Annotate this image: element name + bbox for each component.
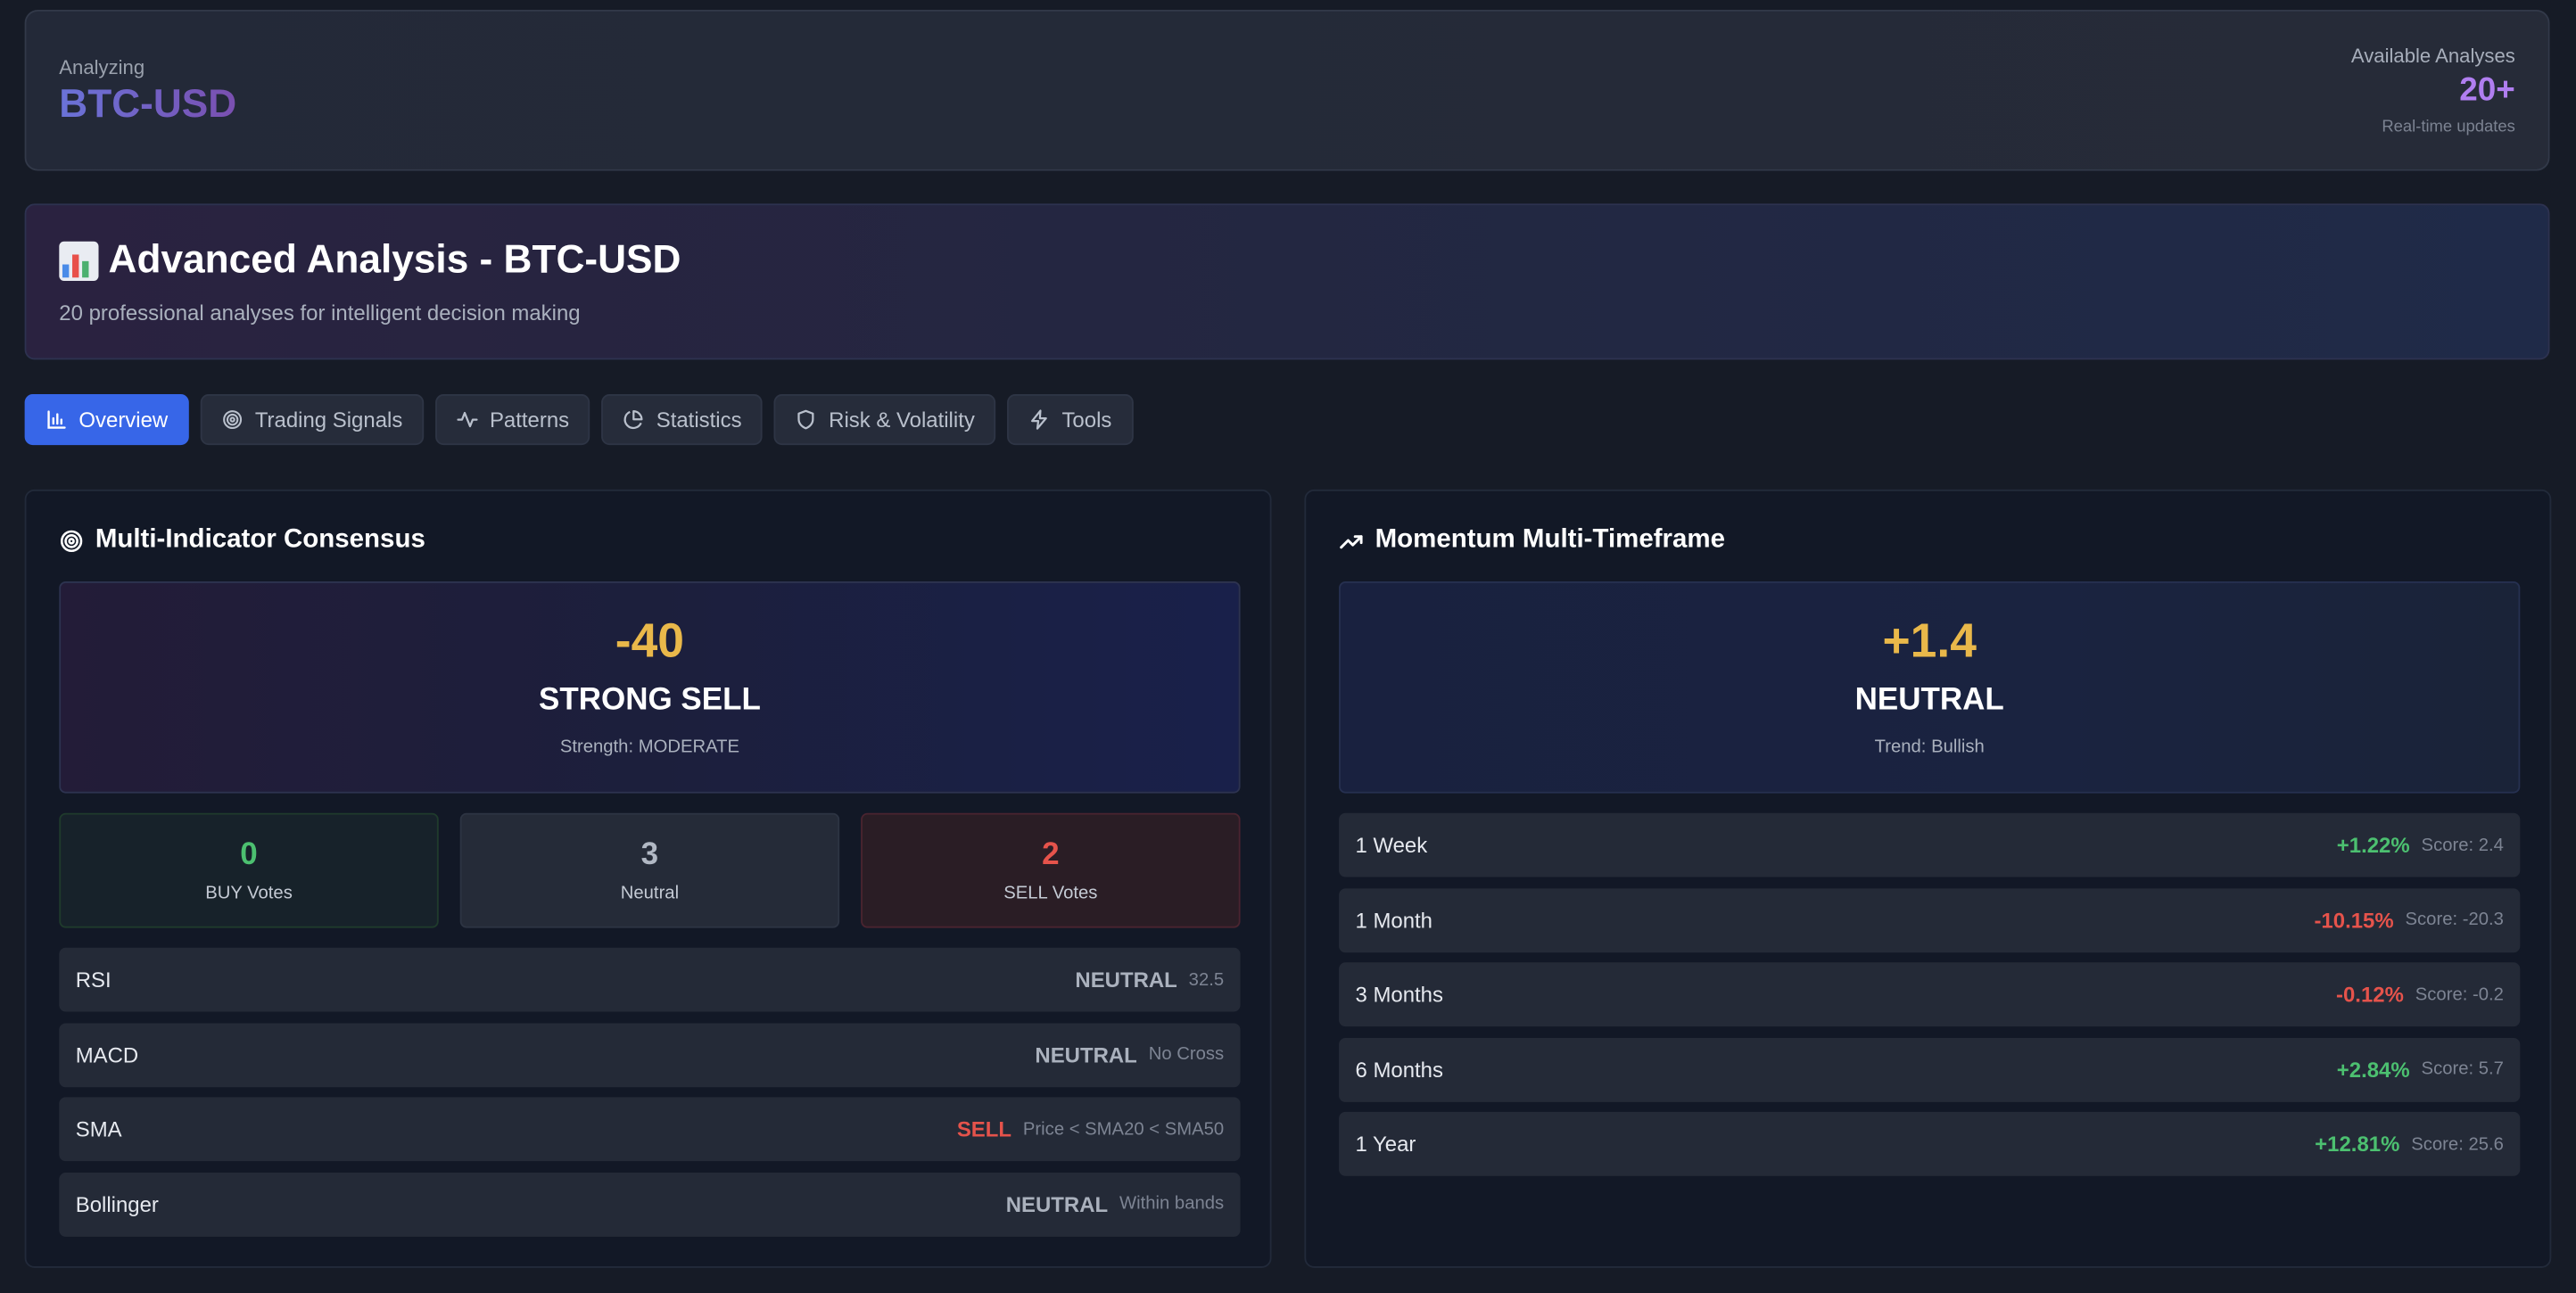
activity-icon	[457, 411, 478, 428]
analysis-banner: Advanced Analysis - BTC-USD 20 professio…	[24, 203, 2550, 360]
timeframe-row-1-week: 1 Week +1.22% Score: 2.4	[1339, 812, 2521, 877]
timeframe-change: +1.22%	[2336, 832, 2410, 858]
trending-up-icon	[1340, 534, 1363, 548]
panel-title-row: Momentum Multi-Timeframe	[1339, 525, 1725, 555]
tab-patterns[interactable]: Patterns	[435, 394, 591, 446]
neutral-votes-card: 3 Neutral	[459, 812, 840, 928]
target-icon	[60, 529, 83, 552]
page-title-row: Advanced Analysis - BTC-USD	[59, 238, 681, 284]
timeframe-period: 1 Year	[1355, 1132, 1416, 1157]
bar-chart-icon	[47, 410, 66, 429]
buy-votes-card: 0 BUY Votes	[59, 812, 439, 928]
tab-label: Patterns	[489, 407, 570, 432]
indicator-name: Bollinger	[75, 1191, 159, 1217]
timeframe-period: 1 Month	[1355, 907, 1433, 933]
realtime-updates-label: Real-time updates	[2382, 118, 2515, 136]
timeframe-score: Score: 2.4	[2421, 835, 2504, 855]
page-subtitle: 20 professional analyses for intelligent…	[59, 301, 581, 325]
tab-trading-signals[interactable]: Trading Signals	[201, 394, 425, 446]
momentum-signal: NEUTRAL	[1854, 683, 2004, 718]
indicator-name: SMA	[75, 1116, 122, 1142]
tab-label: Statistics	[656, 407, 742, 432]
timeframe-change: -10.15%	[2314, 907, 2394, 933]
timeframe-score: Score: -0.2	[2415, 984, 2504, 1005]
indicator-detail: Price < SMA20 < SMA50	[1022, 1119, 1225, 1140]
ticker-symbol: BTC-USD	[59, 82, 237, 127]
timeframe-row-1-year: 1 Year +12.81% Score: 25.6	[1339, 1112, 2521, 1177]
timeframe-score: Score: 25.6	[2411, 1134, 2504, 1155]
sell-votes-label: SELL Votes	[1003, 883, 1098, 903]
neutral-votes-label: Neutral	[620, 883, 680, 903]
momentum-score-card: +1.4 NEUTRAL Trend: Bullish	[1339, 581, 2521, 794]
indicator-row-rsi: RSI NEUTRAL 32.5	[59, 947, 1241, 1012]
ticker-header-card: Analyzing BTC-USD Available Analyses 20+…	[24, 10, 2550, 171]
timeframe-row-3-months: 3 Months -0.12% Score: -0.2	[1339, 962, 2521, 1027]
tab-label: Tools	[1061, 407, 1112, 432]
buy-votes-count: 0	[240, 837, 258, 872]
timeframe-period: 3 Months	[1355, 982, 1443, 1008]
page-title: Advanced Analysis - BTC-USD	[108, 238, 681, 283]
sell-votes-count: 2	[1042, 837, 1060, 872]
timeframe-list: 1 Week +1.22% Score: 2.4 1 Month -10.15% S…	[1339, 812, 2521, 1188]
panel-title-row: Multi-Indicator Consensus	[59, 525, 425, 555]
available-analyses-label: Available Analyses	[2350, 44, 2515, 68]
indicator-row-macd: MACD NEUTRAL No Cross	[59, 1022, 1241, 1087]
tab-statistics[interactable]: Statistics	[601, 394, 764, 446]
indicator-signal: NEUTRAL	[1075, 967, 1177, 992]
indicator-signal: NEUTRAL	[1005, 1191, 1109, 1217]
consensus-signal: STRONG SELL	[538, 683, 761, 718]
indicator-detail: No Cross	[1148, 1044, 1225, 1065]
tab-risk-volatility[interactable]: Risk & Volatility	[774, 394, 996, 446]
available-analyses-count: 20+	[2459, 72, 2515, 109]
indicator-detail: Within bands	[1119, 1194, 1225, 1215]
timeframe-period: 1 Week	[1355, 832, 1428, 858]
analyzing-label: Analyzing	[59, 55, 145, 79]
vote-summary: 0 BUY Votes 3 Neutral 2 SELL Votes	[59, 812, 1241, 928]
bar-chart-emoji-icon	[59, 241, 99, 281]
indicator-detail: 32.5	[1188, 969, 1225, 990]
shield-icon	[798, 409, 815, 430]
momentum-multi-timeframe-panel: Momentum Multi-Timeframe +1.4 NEUTRAL Tr…	[1304, 489, 2552, 1268]
target-icon	[223, 410, 243, 430]
multi-indicator-consensus-panel: Multi-Indicator Consensus -40 STRONG SEL…	[24, 489, 1272, 1268]
timeframe-row-1-month: 1 Month -10.15% Score: -20.3	[1339, 887, 2521, 952]
timeframe-score: Score: 5.7	[2421, 1059, 2504, 1080]
consensus-score: -40	[615, 615, 685, 669]
consensus-score-card: -40 STRONG SELL Strength: MODERATE	[59, 581, 1241, 794]
panel-title: Multi-Indicator Consensus	[95, 525, 425, 554]
timeframe-period: 6 Months	[1355, 1057, 1443, 1083]
indicator-row-bollinger: Bollinger NEUTRAL Within bands	[59, 1172, 1241, 1237]
consensus-strength: Strength: MODERATE	[559, 737, 740, 758]
tab-label: Risk & Volatility	[829, 407, 975, 432]
buy-votes-label: BUY Votes	[205, 883, 293, 903]
tab-label: Overview	[78, 407, 169, 432]
sell-votes-card: 2 SELL Votes	[861, 812, 1241, 928]
indicator-list: RSI NEUTRAL 32.5 MACD NEUTRAL No Cross SMA…	[59, 947, 1241, 1248]
momentum-trend: Trend: Bullish	[1874, 737, 1985, 758]
momentum-score: +1.4	[1882, 615, 1977, 669]
panel-title: Momentum Multi-Timeframe	[1375, 525, 1726, 554]
timeframe-score: Score: -20.3	[2405, 910, 2504, 930]
timeframe-change: +2.84%	[2336, 1057, 2410, 1083]
lightning-icon	[1031, 409, 1048, 430]
indicator-name: RSI	[75, 967, 111, 992]
timeframe-change: +12.81%	[2315, 1132, 2400, 1157]
timeframe-row-6-months: 6 Months +2.84% Score: 5.7	[1339, 1037, 2521, 1102]
indicator-name: MACD	[75, 1042, 139, 1067]
indicator-signal: NEUTRAL	[1035, 1042, 1137, 1067]
tab-label: Trading Signals	[254, 407, 403, 432]
indicator-signal: SELL	[956, 1116, 1012, 1142]
pie-chart-icon	[624, 410, 644, 430]
neutral-votes-count: 3	[640, 837, 659, 872]
analysis-tabs: Overview Trading Signals Patterns Statis…	[24, 394, 1134, 446]
tab-overview[interactable]: Overview	[24, 394, 190, 446]
timeframe-change: -0.12%	[2336, 982, 2404, 1008]
tab-tools[interactable]: Tools	[1007, 394, 1134, 446]
indicator-row-sma: SMA SELL Price < SMA20 < SMA50	[59, 1097, 1241, 1162]
